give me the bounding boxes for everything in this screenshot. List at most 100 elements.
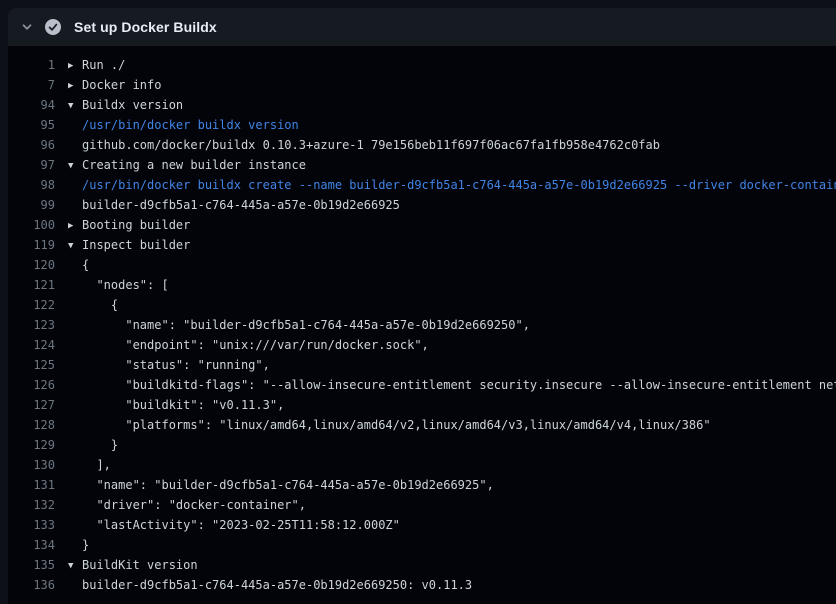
- log-text: ],: [55, 455, 111, 475]
- line-number[interactable]: 132: [8, 495, 55, 515]
- log-text: github.com/docker/buildx 0.10.3+azure-1 …: [55, 135, 660, 155]
- log-line: 136builder-d9cfb5a1-c764-445a-a57e-0b19d…: [8, 575, 836, 595]
- log-text: ▶Booting builder: [55, 215, 190, 235]
- line-number[interactable]: 120: [8, 255, 55, 275]
- log-text: builder-d9cfb5a1-c764-445a-a57e-0b19d2e6…: [55, 575, 472, 595]
- line-number[interactable]: 98: [8, 175, 55, 195]
- triangle-down-icon: ▼: [68, 236, 82, 255]
- log-text: "platforms": "linux/amd64,linux/amd64/v2…: [55, 415, 711, 435]
- group-title: Run ./: [82, 58, 125, 72]
- step-header[interactable]: Set up Docker Buildx: [8, 8, 836, 46]
- log-lines: 1▶Run ./7▶Docker info94▼Buildx version95…: [8, 46, 836, 595]
- log-line: 98/usr/bin/docker buildx create --name b…: [8, 175, 836, 195]
- group-title: Booting builder: [82, 218, 190, 232]
- log-text: ▶Docker info: [55, 75, 161, 95]
- log-line: 99builder-d9cfb5a1-c764-445a-a57e-0b19d2…: [8, 195, 836, 215]
- log-line: 96github.com/docker/buildx 0.10.3+azure-…: [8, 135, 836, 155]
- log-text: "name": "builder-d9cfb5a1-c764-445a-a57e…: [55, 475, 494, 495]
- log-text: "nodes": [: [55, 275, 169, 295]
- actions-log-viewer: Set up Docker Buildx 1▶Run ./7▶Docker in…: [8, 8, 836, 604]
- line-number[interactable]: 122: [8, 295, 55, 315]
- line-number[interactable]: 129: [8, 435, 55, 455]
- line-number[interactable]: 133: [8, 515, 55, 535]
- line-number[interactable]: 130: [8, 455, 55, 475]
- line-number[interactable]: 99: [8, 195, 55, 215]
- log-text: "driver": "docker-container",: [55, 495, 306, 515]
- log-text: ▼Creating a new builder instance: [55, 155, 306, 175]
- group-title: Inspect builder: [82, 238, 190, 252]
- log-line: 129 }: [8, 435, 836, 455]
- log-text: "status": "running",: [55, 355, 270, 375]
- line-number[interactable]: 123: [8, 315, 55, 335]
- log-text: {: [55, 295, 118, 315]
- line-number[interactable]: 124: [8, 335, 55, 355]
- line-number[interactable]: 127: [8, 395, 55, 415]
- triangle-down-icon: ▼: [68, 96, 82, 115]
- log-group-line[interactable]: 100▶Booting builder: [8, 215, 836, 235]
- log-line: 130 ],: [8, 455, 836, 475]
- line-number[interactable]: 131: [8, 475, 55, 495]
- log-text: /usr/bin/docker buildx version: [55, 115, 299, 135]
- log-text: "buildkitd-flags": "--allow-insecure-ent…: [55, 375, 836, 395]
- log-line: 121 "nodes": [: [8, 275, 836, 295]
- group-title: Docker info: [82, 78, 161, 92]
- log-text: /usr/bin/docker buildx create --name bui…: [55, 175, 836, 195]
- log-line: 124 "endpoint": "unix:///var/run/docker.…: [8, 335, 836, 355]
- triangle-down-icon: ▼: [68, 556, 82, 575]
- line-number[interactable]: 96: [8, 135, 55, 155]
- log-line: 134}: [8, 535, 836, 555]
- line-number[interactable]: 1: [8, 55, 55, 75]
- triangle-right-icon: ▶: [68, 56, 82, 75]
- log-line: 128 "platforms": "linux/amd64,linux/amd6…: [8, 415, 836, 435]
- log-text: ▼BuildKit version: [55, 555, 198, 575]
- log-text: }: [55, 535, 89, 555]
- log-text: "endpoint": "unix:///var/run/docker.sock…: [55, 335, 429, 355]
- chevron-down-icon[interactable]: [19, 19, 35, 35]
- line-number[interactable]: 94: [8, 95, 55, 115]
- line-number[interactable]: 121: [8, 275, 55, 295]
- log-group-line[interactable]: 94▼Buildx version: [8, 95, 836, 115]
- line-number[interactable]: 126: [8, 375, 55, 395]
- log-line: 95/usr/bin/docker buildx version: [8, 115, 836, 135]
- log-line: 132 "driver": "docker-container",: [8, 495, 836, 515]
- log-text: ▼Inspect builder: [55, 235, 190, 255]
- log-line: 120{: [8, 255, 836, 275]
- line-number[interactable]: 100: [8, 215, 55, 235]
- group-title: Buildx version: [82, 98, 183, 112]
- log-text: }: [55, 435, 118, 455]
- step-title: Set up Docker Buildx: [74, 19, 217, 35]
- line-number[interactable]: 119: [8, 235, 55, 255]
- triangle-down-icon: ▼: [68, 156, 82, 175]
- triangle-right-icon: ▶: [68, 76, 82, 95]
- log-text: {: [55, 255, 89, 275]
- line-number[interactable]: 134: [8, 535, 55, 555]
- log-group-line[interactable]: 7▶Docker info: [8, 75, 836, 95]
- log-line: 126 "buildkitd-flags": "--allow-insecure…: [8, 375, 836, 395]
- line-number[interactable]: 125: [8, 355, 55, 375]
- log-line: 125 "status": "running",: [8, 355, 836, 375]
- line-number[interactable]: 97: [8, 155, 55, 175]
- group-title: Creating a new builder instance: [82, 158, 306, 172]
- log-text: "name": "builder-d9cfb5a1-c764-445a-a57e…: [55, 315, 530, 335]
- line-number[interactable]: 128: [8, 415, 55, 435]
- log-text: ▶Run ./: [55, 55, 125, 75]
- triangle-right-icon: ▶: [68, 216, 82, 235]
- line-number[interactable]: 135: [8, 555, 55, 575]
- line-number[interactable]: 136: [8, 575, 55, 595]
- line-number[interactable]: 7: [8, 75, 55, 95]
- log-group-line[interactable]: 1▶Run ./: [8, 55, 836, 75]
- log-text: "lastActivity": "2023-02-25T11:58:12.000…: [55, 515, 400, 535]
- log-group-line[interactable]: 97▼Creating a new builder instance: [8, 155, 836, 175]
- log-line: 123 "name": "builder-d9cfb5a1-c764-445a-…: [8, 315, 836, 335]
- check-circle-icon: [45, 19, 61, 35]
- log-line: 127 "buildkit": "v0.11.3",: [8, 395, 836, 415]
- log-text: builder-d9cfb5a1-c764-445a-a57e-0b19d2e6…: [55, 195, 400, 215]
- group-title: BuildKit version: [82, 558, 198, 572]
- log-line: 122 {: [8, 295, 836, 315]
- log-text: ▼Buildx version: [55, 95, 183, 115]
- log-group-line[interactable]: 135▼BuildKit version: [8, 555, 836, 575]
- log-group-line[interactable]: 119▼Inspect builder: [8, 235, 836, 255]
- line-number[interactable]: 95: [8, 115, 55, 135]
- log-line: 131 "name": "builder-d9cfb5a1-c764-445a-…: [8, 475, 836, 495]
- log-text: "buildkit": "v0.11.3",: [55, 395, 284, 415]
